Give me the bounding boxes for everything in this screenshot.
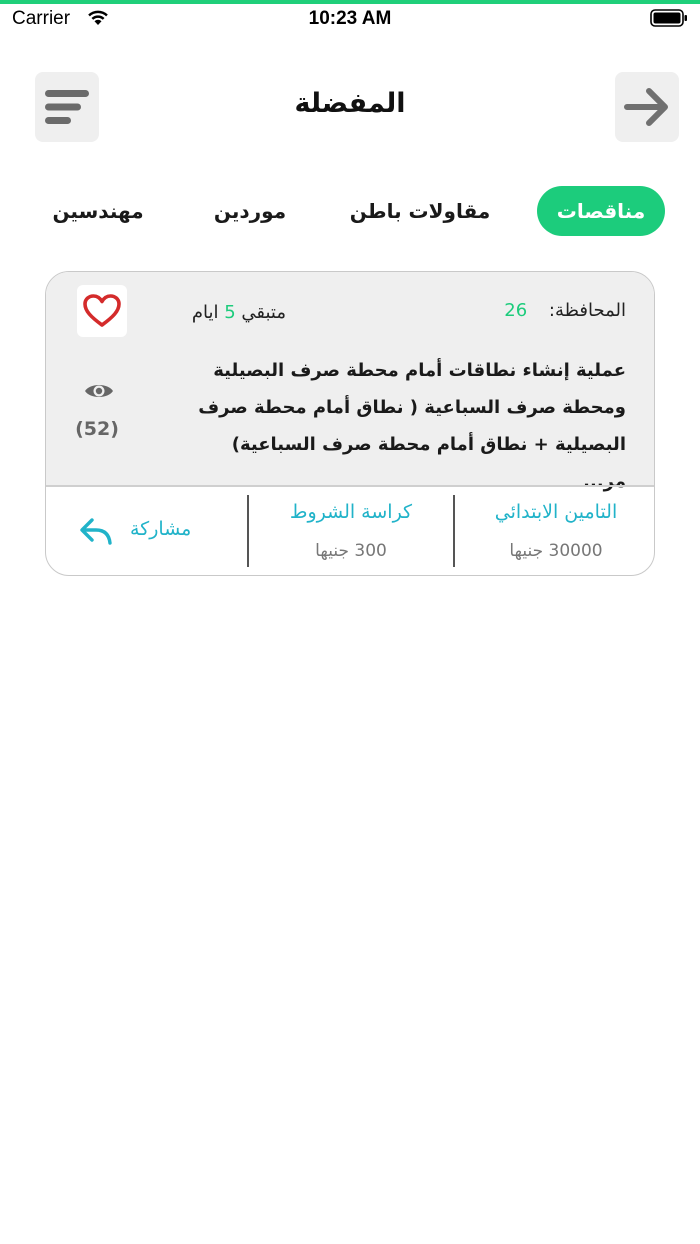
status-bar: Carrier 10:23 AM xyxy=(0,4,700,34)
arrow-right-icon xyxy=(624,88,668,126)
province-label: المحافظة: xyxy=(548,300,626,321)
share-arrow-icon xyxy=(80,518,112,545)
booklet-value: 300 جنيها xyxy=(315,541,387,561)
card-body: (52) متبقي 5 ايام المحافظة: 26 عملية إنش… xyxy=(46,272,654,492)
tab-suppliers[interactable]: موردين xyxy=(196,186,304,236)
remaining-suffix: ايام xyxy=(191,302,219,323)
insurance-value: 30000 جنيها xyxy=(509,541,603,561)
back-button[interactable] xyxy=(615,72,679,142)
eye-icon xyxy=(85,385,113,397)
tab-subcontracts[interactable]: مقاولات باطن xyxy=(340,186,500,236)
initial-insurance: التامين الابتدائي 30000 جنيها xyxy=(466,487,646,575)
share-label: مشاركة xyxy=(130,518,192,540)
insurance-label: التامين الابتدائي xyxy=(494,501,618,523)
page-title: المفضلة xyxy=(294,88,406,119)
remaining-days-value: 5 xyxy=(224,302,236,323)
province: المحافظة: 26 xyxy=(486,300,626,321)
divider xyxy=(247,495,249,567)
status-time: 10:23 AM xyxy=(308,8,392,29)
remaining-prefix: متبقي xyxy=(241,302,286,323)
tab-engineers[interactable]: مهندسين xyxy=(36,186,160,236)
favorite-button[interactable] xyxy=(77,285,127,337)
menu-button[interactable] xyxy=(35,72,99,142)
menu-icon xyxy=(45,90,89,124)
tender-card[interactable]: (52) متبقي 5 ايام المحافظة: 26 عملية إنش… xyxy=(45,271,655,576)
tender-title: عملية إنشاء نطاقات أمام محطة صرف البصيلي… xyxy=(198,360,626,492)
terms-booklet: كراسة الشروط 300 جنيها xyxy=(266,487,436,575)
remaining-days: متبقي 5 ايام xyxy=(168,302,286,323)
category-tabs: مناقصات مقاولات باطن موردين مهندسين xyxy=(0,186,700,238)
tab-tenders[interactable]: مناقصات xyxy=(537,186,665,236)
province-value: 26 xyxy=(504,300,528,321)
card-footer: التامين الابتدائي 30000 جنيها كراسة الشر… xyxy=(46,487,654,575)
booklet-label: كراسة الشروط xyxy=(289,501,413,523)
views-count: (52) xyxy=(75,418,119,440)
heart-icon xyxy=(83,294,121,327)
battery-icon xyxy=(650,9,687,27)
share-button[interactable]: مشاركة xyxy=(80,515,210,551)
divider xyxy=(453,495,455,567)
